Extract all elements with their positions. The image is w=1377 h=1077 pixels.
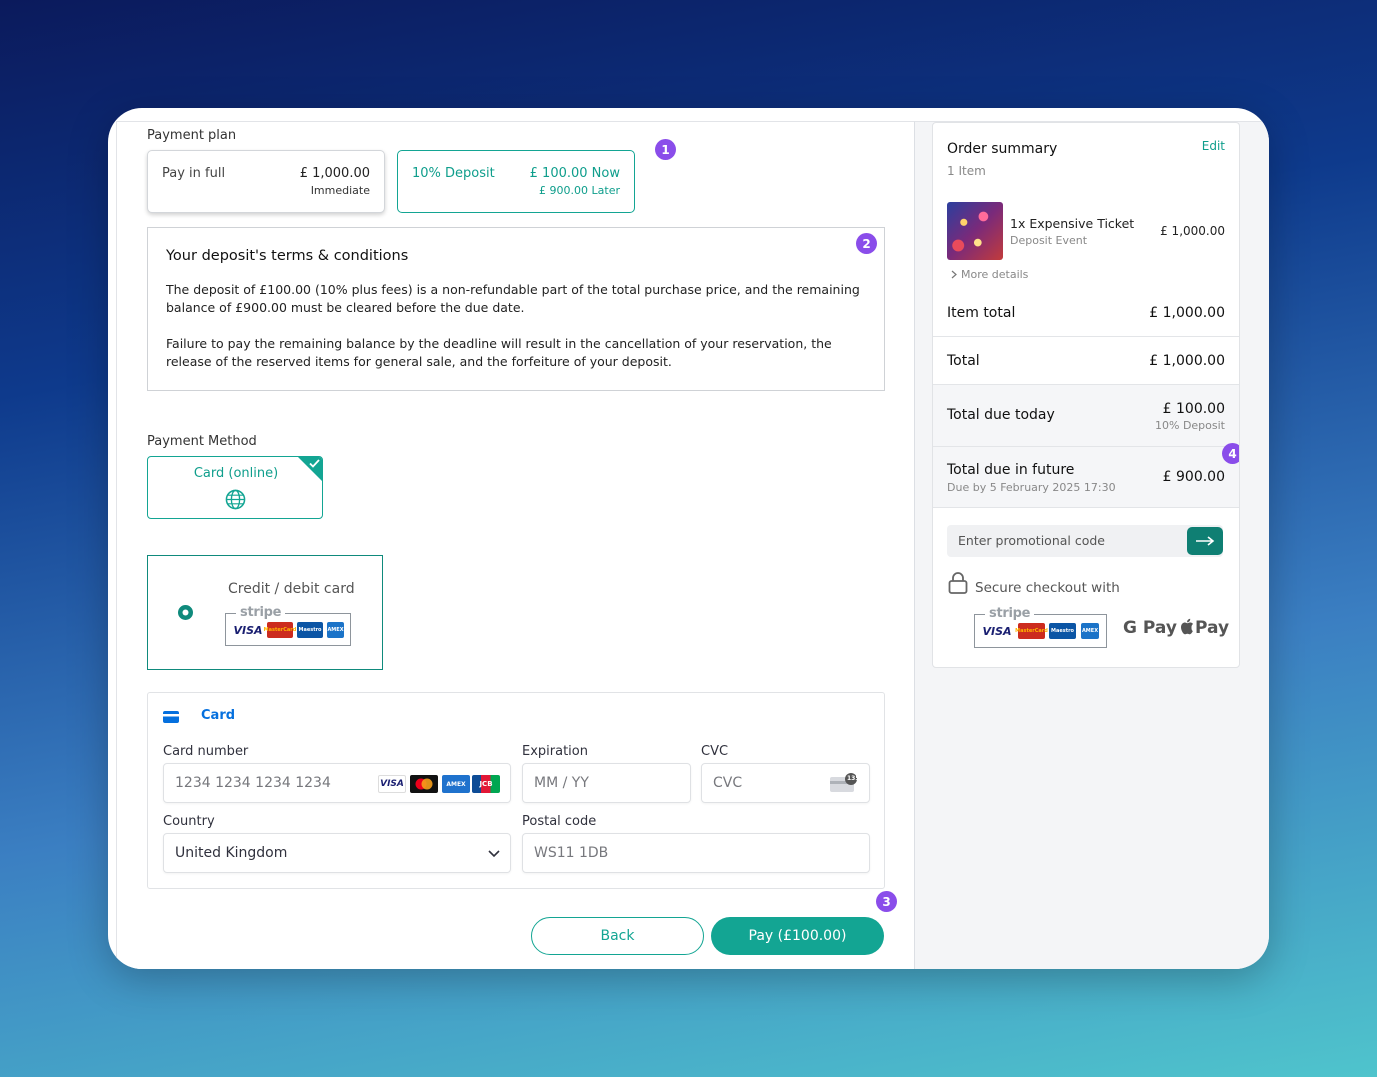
chevron-down-icon <box>488 850 500 858</box>
plan-sub: Immediate <box>310 184 370 197</box>
mastercard-logo: MasterCard <box>1015 623 1048 639</box>
jcb-logo: JCB <box>472 775 500 793</box>
country-value: United Kingdom <box>175 845 288 861</box>
promo-placeholder: Enter promotional code <box>958 533 1105 548</box>
due-today-label: Total due today <box>947 407 1055 423</box>
more-details-link[interactable]: More details <box>961 268 1028 281</box>
apple-icon <box>1181 618 1194 635</box>
card-number-label: Card number <box>163 744 249 759</box>
amex-logo: AMEX <box>442 775 470 793</box>
terms-paragraph-1: The deposit of £100.00 (10% plus fees) i… <box>166 282 860 315</box>
maestro-logo: Maestro <box>1049 623 1076 639</box>
apple-pay-logo: Pay <box>1195 618 1230 638</box>
maestro-logo: Maestro <box>297 622 323 638</box>
mastercard-logo: MasterCard <box>264 622 296 638</box>
item-price: £ 1,000.00 <box>1160 224 1225 238</box>
postal-code-input[interactable]: WS11 1DB <box>522 833 870 873</box>
mastercard-logo <box>410 775 438 793</box>
expiration-input[interactable]: MM / YY <box>522 763 691 803</box>
checkout-window: Payment plan Pay in full £ 1,000.00 Imme… <box>108 108 1269 969</box>
due-future-sub: Due by 5 February 2025 17:30 <box>947 481 1116 494</box>
postal-code-placeholder: WS11 1DB <box>534 845 609 861</box>
step-badge-2: 2 <box>856 233 877 254</box>
plan-option-deposit[interactable]: 10% Deposit £ 100.00 Now £ 900.00 Later <box>397 150 635 213</box>
card-form: Card Card number 1234 1234 1234 1234 VIS… <box>147 692 885 889</box>
ticket-thumbnail <box>947 202 1003 260</box>
plan-amount: £ 100.00 Now <box>529 166 620 181</box>
total-label: Total <box>947 353 980 369</box>
order-summary-card: Order summary Edit 1 Item 1x Expensive T… <box>932 122 1240 668</box>
due-today-sub: 10% Deposit <box>1155 419 1225 432</box>
method-option-card-online[interactable]: Card (online) <box>147 456 323 519</box>
deposit-terms-panel: Your deposit's terms & conditions The de… <box>147 227 885 391</box>
step-badge-3: 3 <box>876 891 897 912</box>
secure-checkout-text: Secure checkout with <box>975 580 1120 596</box>
total-value: £ 1,000.00 <box>1149 353 1225 369</box>
plan-sub: £ 900.00 Later <box>539 184 620 197</box>
step-badge-1: 1 <box>655 139 676 160</box>
amex-logo: AMEX <box>1081 623 1099 639</box>
item-total-label: Item total <box>947 305 1016 321</box>
card-number-input[interactable]: 1234 1234 1234 1234 VISA AMEX JCB <box>163 763 511 803</box>
cvc-placeholder: CVC <box>713 775 743 791</box>
divider <box>933 336 1239 337</box>
cvc-icon-text: 135 <box>847 775 860 782</box>
payment-method-label: Payment Method <box>147 434 257 449</box>
method-option-label: Card (online) <box>193 466 279 481</box>
due-future-label: Total due in future <box>947 462 1075 478</box>
radio-selected-icon[interactable] <box>178 605 193 620</box>
order-summary-pane: Order summary Edit 1 Item 1x Expensive T… <box>914 121 1269 969</box>
summary-title: Order summary <box>947 141 1058 157</box>
postal-code-label: Postal code <box>522 814 597 829</box>
edit-link[interactable]: Edit <box>1202 139 1225 153</box>
terms-paragraph-2: Failure to pay the remaining balance by … <box>166 336 832 369</box>
plan-option-pay-in-full[interactable]: Pay in full £ 1,000.00 Immediate <box>147 150 385 213</box>
items-count: 1 Item <box>947 164 986 178</box>
item-event: Deposit Event <box>1010 234 1088 247</box>
google-pay-logo: G Pay <box>1123 618 1177 638</box>
cvc-input[interactable]: CVC 135 <box>701 763 870 803</box>
plan-amount: £ 1,000.00 <box>299 166 370 181</box>
step-badge-4: 4 <box>1222 443 1239 464</box>
chevron-right-icon[interactable] <box>951 270 957 279</box>
terms-title: Your deposit's terms & conditions <box>166 248 409 264</box>
promo-code-input[interactable]: Enter promotional code <box>947 525 1223 557</box>
back-button[interactable]: Back <box>531 917 704 955</box>
card-number-placeholder: 1234 1234 1234 1234 <box>175 775 331 791</box>
divider <box>933 446 1239 447</box>
plan-name: Pay in full <box>162 166 226 181</box>
arrow-right-icon <box>1196 536 1215 546</box>
amex-logo: AMEX <box>327 622 344 638</box>
due-future-value: £ 900.00 <box>1162 469 1225 485</box>
credit-debit-label: Credit / debit card <box>228 581 355 597</box>
stripe-logo: stripe <box>985 606 1035 621</box>
globe-icon <box>225 489 246 510</box>
stripe-logo: stripe <box>236 605 286 620</box>
due-today-value: £ 100.00 <box>1162 401 1225 417</box>
lock-icon <box>948 572 968 594</box>
visa-logo: VISA <box>378 775 406 793</box>
stripe-logos: stripe VISA MasterCard Maestro AMEX <box>974 606 1107 648</box>
cvc-label: CVC <box>701 744 729 759</box>
expiration-placeholder: MM / YY <box>534 775 589 791</box>
visa-logo: VISA <box>982 624 1012 638</box>
credit-debit-option[interactable]: Credit / debit card stripe VISA MasterCa… <box>147 555 383 670</box>
card-icon <box>163 711 179 723</box>
country-select[interactable]: United Kingdom <box>163 833 511 873</box>
item-name: 1x Expensive Ticket <box>1010 216 1135 231</box>
country-label: Country <box>163 814 215 829</box>
card-tab[interactable]: Card <box>201 708 235 723</box>
expiration-label: Expiration <box>522 744 588 759</box>
payment-pane: Payment plan Pay in full £ 1,000.00 Imme… <box>116 121 914 969</box>
stripe-logos: stripe VISA MasterCard Maestro AMEX <box>225 605 351 646</box>
plan-name: 10% Deposit <box>412 166 495 181</box>
promo-submit-button[interactable] <box>1187 527 1223 555</box>
payment-plan-label: Payment plan <box>147 128 237 143</box>
pay-button[interactable]: Pay (£100.00) <box>711 917 884 955</box>
visa-logo: VISA <box>233 623 263 637</box>
mastercard-circles-icon <box>415 778 433 790</box>
item-total-value: £ 1,000.00 <box>1149 305 1225 321</box>
